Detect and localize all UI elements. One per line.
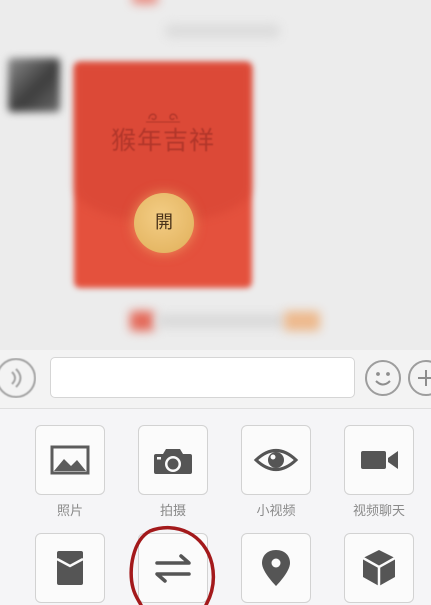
panel-item-camera[interactable] (138, 425, 208, 495)
panel-item-label: 拍摄 (159, 504, 186, 519)
tools-panel: 照片 拍摄 小视频 视频聊天 (0, 408, 431, 605)
panel-item-label: 视频聊天 (352, 504, 405, 519)
panel-item-location[interactable] (241, 533, 311, 603)
eye-icon (253, 449, 299, 471)
blurred-system-message (156, 314, 286, 328)
panel-item-label: 照片 (56, 504, 83, 519)
video-camera-icon (361, 451, 398, 469)
transfer-icon (155, 554, 191, 583)
panel-item-label: 小视频 (256, 504, 296, 519)
camera-icon (154, 449, 192, 474)
blurred-highlight (284, 311, 320, 331)
panel-item-red-packet[interactable] (35, 533, 105, 603)
plus-icon (408, 360, 431, 396)
message-input[interactable] (50, 357, 355, 398)
panel-item-transfer[interactable] (138, 533, 208, 603)
red-packet-greeting: 猴年吉祥 (110, 126, 215, 155)
open-red-packet-button[interactable]: 開 (134, 193, 194, 253)
panel-item-video-call[interactable] (344, 425, 414, 495)
red-packet-card[interactable]: 猴年吉祥 開 (74, 62, 252, 288)
voice-icon (0, 358, 36, 398)
red-packet-icon (56, 551, 84, 585)
voice-button[interactable] (0, 358, 36, 398)
panel-item-photos[interactable] (35, 425, 105, 495)
location-pin-icon (262, 550, 290, 586)
avatar[interactable] (8, 58, 60, 112)
photo-icon (50, 445, 90, 475)
input-bar (0, 350, 431, 408)
emoji-icon (375, 372, 391, 386)
panel-item-short-video[interactable] (241, 425, 311, 495)
panel-item-card[interactable] (344, 533, 414, 603)
cube-icon (362, 550, 396, 586)
more-button[interactable] (408, 360, 431, 396)
emoji-button[interactable] (365, 360, 401, 396)
ornament-icon (146, 113, 180, 123)
chat-history: 猴年吉祥 開 (0, 0, 431, 350)
blurred-sender-icon (130, 311, 154, 331)
blurred-message-fragment (132, 0, 158, 4)
blurred-timestamp (165, 24, 280, 38)
